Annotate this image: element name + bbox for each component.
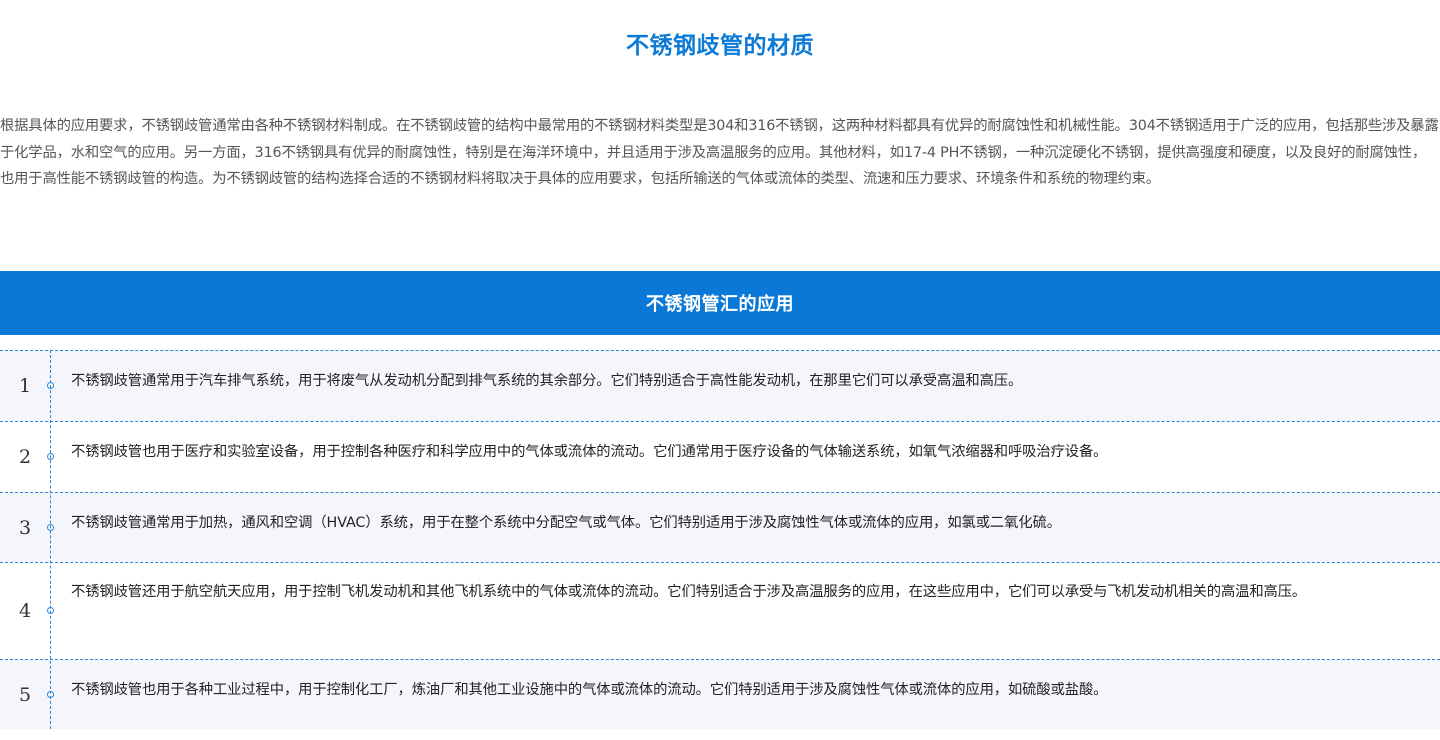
item-text: 不锈钢歧管还用于航空航天应用，用于控制飞机发动机和其他飞机系统中的气体或流体的流… [71, 584, 1307, 600]
materials-title: 不锈钢歧管的材质 [626, 33, 814, 59]
timeline-line [50, 350, 51, 729]
item-number: 4 [18, 600, 32, 622]
list-item: 3 不锈钢歧管通常用于加热，通风和空调（HVAC）系统，用于在整个系统中分配空气… [0, 492, 1440, 562]
list-item: 5 不锈钢歧管也用于各种工业过程中，用于控制化工厂，炼油厂和其他工业设施中的气体… [0, 659, 1440, 729]
item-text: 不锈钢歧管通常用于加热，通风和空调（HVAC）系统，用于在整个系统中分配空气或气… [71, 515, 1061, 531]
item-text: 不锈钢歧管也用于医疗和实验室设备，用于控制各种医疗和科学应用中的气体或流体的流动… [71, 444, 1108, 460]
list-item: 4 不锈钢歧管还用于航空航天应用，用于控制飞机发动机和其他飞机系统中的气体或流体… [0, 562, 1440, 659]
item-text: 不锈钢歧管也用于各种工业过程中，用于控制化工厂，炼油厂和其他工业设施中的气体或流… [71, 682, 1108, 698]
item-text: 不锈钢歧管通常用于汽车排气系统，用于将废气从发动机分配到排气系统的其余部分。它们… [71, 373, 1023, 389]
item-number: 1 [18, 375, 32, 397]
list-item: 1 不锈钢歧管通常用于汽车排气系统，用于将废气从发动机分配到排气系统的其余部分。… [0, 350, 1440, 421]
list-item: 2 不锈钢歧管也用于医疗和实验室设备，用于控制各种医疗和科学应用中的气体或流体的… [0, 421, 1440, 492]
item-number: 3 [18, 517, 32, 539]
item-number: 5 [18, 684, 32, 706]
applications-list: 1 不锈钢歧管通常用于汽车排气系统，用于将废气从发动机分配到排气系统的其余部分。… [0, 350, 1440, 729]
applications-title: 不锈钢管汇的应用 [646, 294, 794, 315]
item-number: 2 [18, 446, 32, 468]
materials-intro-paragraph: 根据具体的应用要求，不锈钢歧管通常由各种不锈钢材料制成。在不锈钢歧管的结构中最常… [0, 118, 1439, 187]
applications-banner: 不锈钢管汇的应用 [0, 271, 1440, 335]
